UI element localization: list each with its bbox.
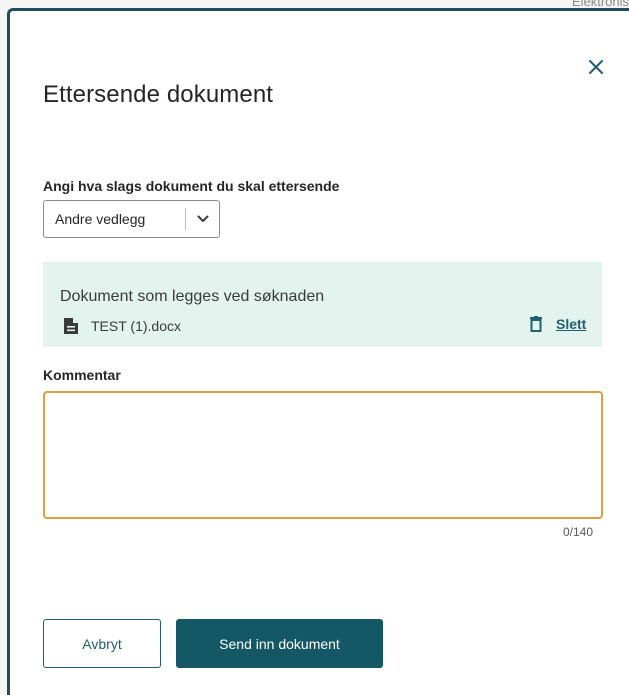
file-icon xyxy=(64,318,78,334)
document-type-label: Angi hva slags dokument du skal ettersen… xyxy=(43,178,340,194)
document-type-value: Andre vedlegg xyxy=(55,211,146,227)
delete-file-button[interactable]: Slett xyxy=(530,316,586,332)
comment-label: Kommentar xyxy=(43,367,121,383)
chevron-down-icon xyxy=(186,215,219,223)
modal-title: Ettersende dokument xyxy=(43,81,274,108)
close-button[interactable] xyxy=(584,55,608,79)
attached-document-box: Dokument som legges ved søknaden TEST (1… xyxy=(43,262,602,347)
cancel-button[interactable]: Avbryt xyxy=(43,619,161,668)
comment-textarea[interactable] xyxy=(43,391,603,519)
trash-icon xyxy=(530,316,542,332)
attached-document-heading: Dokument som legges ved søknaden xyxy=(60,288,325,305)
submit-document-button[interactable]: Send inn dokument xyxy=(176,619,383,668)
upload-document-modal: Ettersende dokument Angi hva slags dokum… xyxy=(7,8,629,695)
character-counter: 0/140 xyxy=(562,525,593,539)
document-type-select[interactable]: Andre vedlegg xyxy=(43,200,220,238)
close-icon xyxy=(589,60,603,74)
attached-file-name: TEST (1).docx xyxy=(91,318,181,334)
delete-file-label: Slett xyxy=(556,316,587,332)
